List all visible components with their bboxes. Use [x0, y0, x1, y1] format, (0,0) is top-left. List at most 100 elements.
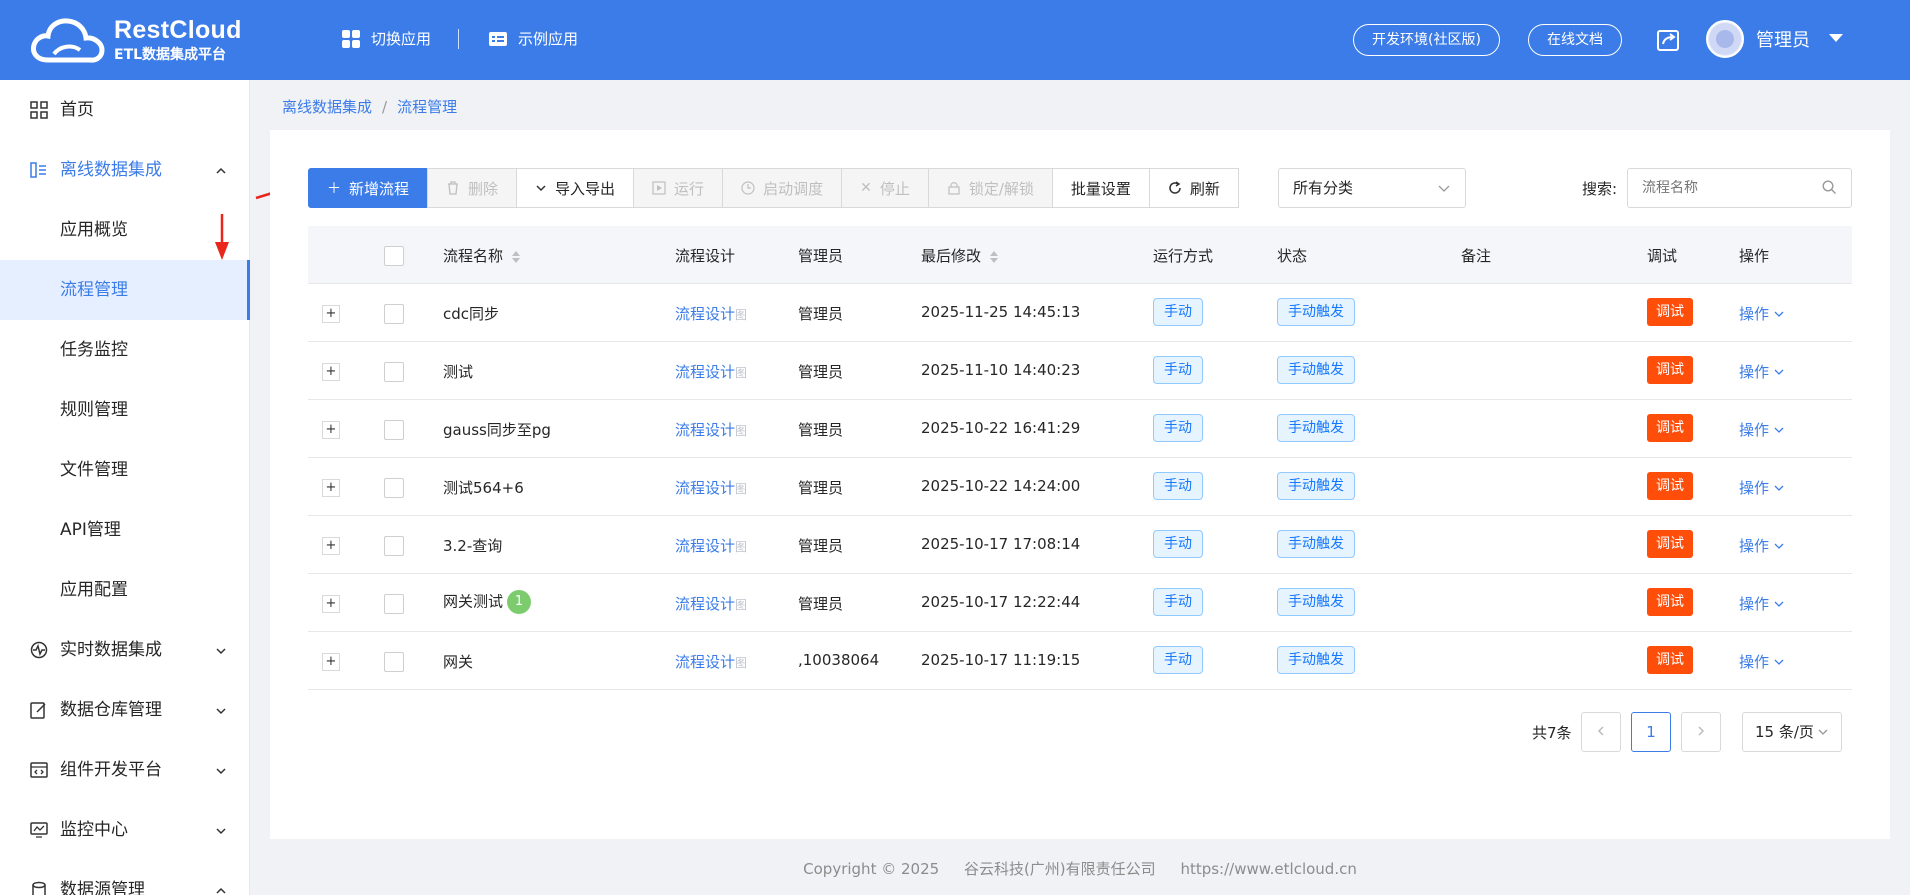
- expand-row-button[interactable]: +: [322, 537, 340, 555]
- action-dropdown[interactable]: 操作: [1739, 535, 1784, 556]
- debug-button[interactable]: 调试: [1647, 356, 1693, 384]
- sidebar-item-component-dev[interactable]: 组件开发平台: [0, 740, 250, 800]
- search-icon[interactable]: [1822, 180, 1837, 195]
- col-debug: 调试: [1647, 247, 1678, 265]
- sidebar-item-app-config[interactable]: 应用配置: [0, 560, 250, 620]
- action-dropdown[interactable]: 操作: [1739, 477, 1784, 498]
- switch-app-label: 切换应用: [371, 30, 432, 48]
- page-size-select[interactable]: 15 条/页: [1742, 712, 1842, 752]
- toolbar: ＋ 新增流程 删除 导入导出 运行 启动调度 ✕ 停止 锁定/解锁 批量设置 刷新: [308, 168, 1239, 208]
- avatar[interactable]: [1706, 20, 1744, 58]
- switch-app-button[interactable]: 切换应用: [341, 28, 431, 49]
- sidebar-item-label: 应用配置: [60, 580, 128, 600]
- modified-cell: 2025-10-22 14:24:00: [921, 477, 1081, 495]
- flow-name-cell[interactable]: 网关: [443, 651, 473, 672]
- share-icon[interactable]: [1656, 28, 1680, 52]
- refresh-button[interactable]: 刷新: [1148, 168, 1239, 208]
- prev-page-button[interactable]: [1581, 712, 1621, 752]
- run-mode-tag: 手动: [1153, 298, 1203, 326]
- action-dropdown[interactable]: 操作: [1739, 593, 1784, 614]
- expand-row-button[interactable]: +: [322, 479, 340, 497]
- batch-settings-button[interactable]: 批量设置: [1051, 168, 1150, 208]
- sidebar-item-task-monitor[interactable]: 任务监控: [0, 320, 250, 380]
- row-checkbox[interactable]: [384, 304, 404, 324]
- row-checkbox[interactable]: [384, 652, 404, 672]
- action-dropdown[interactable]: 操作: [1739, 361, 1784, 382]
- expand-row-button[interactable]: +: [322, 305, 340, 323]
- expand-row-button[interactable]: +: [322, 653, 340, 671]
- breadcrumb-parent[interactable]: 离线数据集成: [282, 98, 372, 116]
- logo[interactable]: RestCloud ETL数据集成平台: [30, 14, 241, 66]
- flow-design-link[interactable]: 流程设计图: [675, 535, 747, 556]
- flow-design-link[interactable]: 流程设计图: [675, 651, 747, 672]
- flow-design-label: 流程设计: [675, 653, 736, 671]
- flow-name-cell[interactable]: 测试564+6: [443, 477, 524, 498]
- import-export-button[interactable]: 导入导出: [516, 168, 635, 208]
- sidebar-item-offline[interactable]: 离线数据集成: [0, 140, 250, 200]
- sidebar-item-rules[interactable]: 规则管理: [0, 380, 250, 440]
- sidebar-item-warehouse[interactable]: 数据仓库管理: [0, 680, 250, 740]
- start-schedule-button[interactable]: 启动调度: [722, 168, 843, 208]
- debug-button[interactable]: 调试: [1647, 414, 1693, 442]
- sort-icon[interactable]: [989, 249, 999, 265]
- category-select[interactable]: 所有分类: [1278, 168, 1466, 208]
- flow-design-link[interactable]: 流程设计图: [675, 419, 747, 440]
- next-page-button[interactable]: [1681, 712, 1721, 752]
- expand-row-button[interactable]: +: [322, 363, 340, 381]
- debug-button[interactable]: 调试: [1647, 472, 1693, 500]
- modified-cell: 2025-10-17 17:08:14: [921, 535, 1081, 553]
- flow-design-link[interactable]: 流程设计图: [675, 303, 747, 324]
- col-modified[interactable]: 最后修改: [921, 245, 999, 266]
- stop-button[interactable]: ✕ 停止: [841, 168, 929, 208]
- row-checkbox[interactable]: [384, 362, 404, 382]
- sidebar-item-monitor-center[interactable]: 监控中心: [0, 800, 250, 860]
- debug-button[interactable]: 调试: [1647, 298, 1693, 326]
- logo-subtitle: ETL数据集成平台: [114, 47, 227, 63]
- search-input[interactable]: [1627, 168, 1852, 208]
- admin-cell: 管理员: [798, 537, 844, 555]
- row-checkbox[interactable]: [384, 478, 404, 498]
- debug-button[interactable]: 调试: [1647, 646, 1693, 674]
- sidebar-item-api[interactable]: API管理: [0, 500, 250, 560]
- annotation-arrow-down-icon: [215, 214, 229, 260]
- docs-button[interactable]: 在线文档: [1528, 24, 1622, 56]
- flow-name-cell[interactable]: 测试: [443, 361, 473, 382]
- expand-row-button[interactable]: +: [322, 421, 340, 439]
- lock-button[interactable]: 锁定/解锁: [927, 168, 1053, 208]
- clock-icon: [741, 181, 755, 195]
- delete-button[interactable]: 删除: [427, 168, 518, 208]
- example-app-button[interactable]: 示例应用: [488, 28, 578, 49]
- action-dropdown[interactable]: 操作: [1739, 419, 1784, 440]
- col-name[interactable]: 流程名称: [443, 245, 521, 266]
- action-dropdown[interactable]: 操作: [1739, 303, 1784, 324]
- sidebar-item-flow-management[interactable]: 流程管理: [0, 260, 250, 320]
- user-name[interactable]: 管理员: [1756, 26, 1810, 52]
- debug-button[interactable]: 调试: [1647, 530, 1693, 558]
- row-checkbox[interactable]: [384, 536, 404, 556]
- action-dropdown[interactable]: 操作: [1739, 651, 1784, 672]
- footer-url[interactable]: https://www.etlcloud.cn: [1180, 860, 1356, 878]
- flow-design-link[interactable]: 流程设计图: [675, 361, 747, 382]
- caret-down-icon[interactable]: [1829, 34, 1843, 42]
- debug-button[interactable]: 调试: [1647, 588, 1693, 616]
- sidebar-item-home[interactable]: 首页: [0, 80, 250, 140]
- flow-design-link[interactable]: 流程设计图: [675, 593, 747, 614]
- run-button[interactable]: 运行: [633, 168, 724, 208]
- row-checkbox[interactable]: [384, 594, 404, 614]
- select-all-checkbox[interactable]: [384, 246, 404, 266]
- add-flow-button[interactable]: ＋ 新增流程: [308, 168, 429, 208]
- sort-icon[interactable]: [511, 249, 521, 265]
- flow-name-cell[interactable]: gauss同步至pg: [443, 419, 551, 440]
- env-button[interactable]: 开发环境(社区版): [1353, 24, 1500, 56]
- cloud-logo-icon: [31, 18, 105, 63]
- flow-design-link[interactable]: 流程设计图: [675, 477, 747, 498]
- sidebar-item-files[interactable]: 文件管理: [0, 440, 250, 500]
- flow-name-cell[interactable]: 3.2-查询: [443, 535, 502, 556]
- flow-name-cell[interactable]: cdc同步: [443, 303, 499, 324]
- expand-row-button[interactable]: +: [322, 595, 340, 613]
- sidebar-item-realtime[interactable]: 实时数据集成: [0, 620, 250, 680]
- row-checkbox[interactable]: [384, 420, 404, 440]
- edit-doc-icon: [30, 702, 46, 719]
- flow-name-cell[interactable]: 网关测试 1: [443, 590, 532, 614]
- page-button-current[interactable]: 1: [1631, 712, 1671, 752]
